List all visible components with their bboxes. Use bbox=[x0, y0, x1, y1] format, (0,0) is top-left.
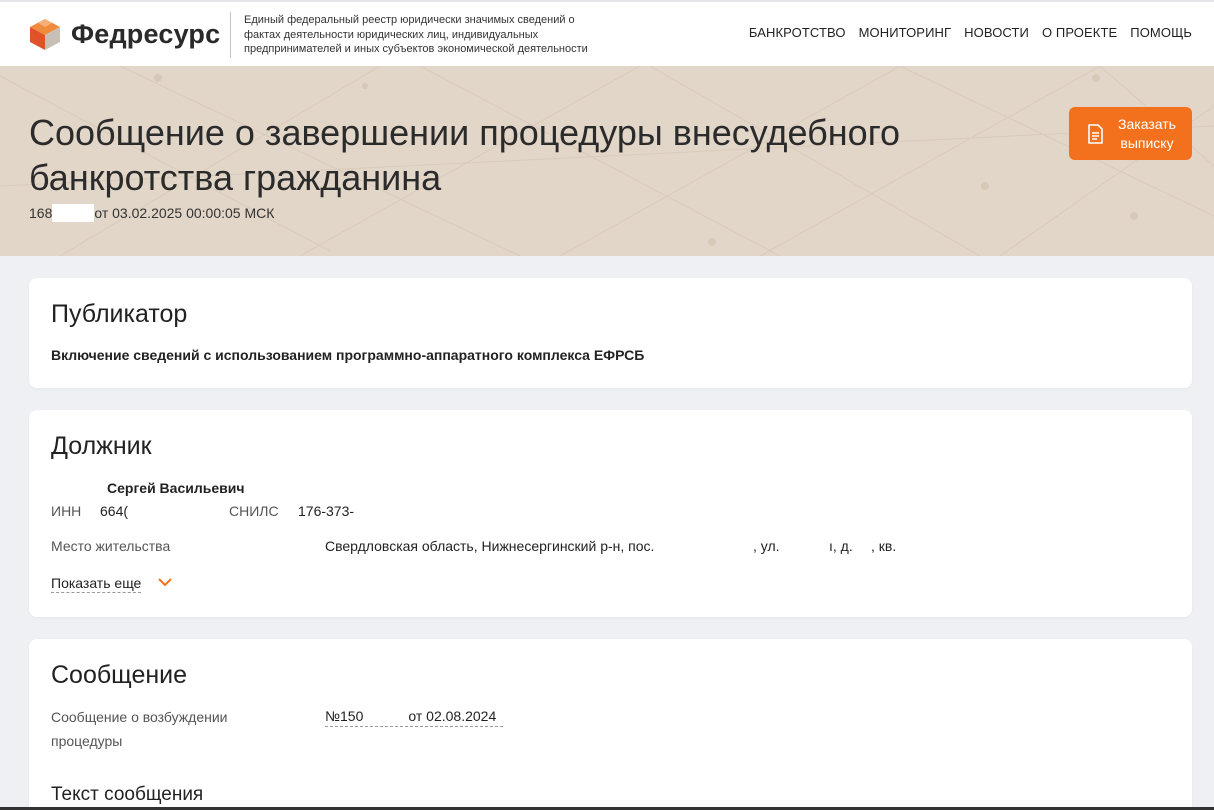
top-bar: Федресурс Единый федеральный реестр юрид… bbox=[0, 0, 1214, 66]
initiation-message-link[interactable]: №150 от 02.08.2024 bbox=[325, 708, 503, 727]
residence-street: , ул. bbox=[753, 538, 780, 554]
redacted-block bbox=[52, 204, 95, 222]
nav-bankruptcy[interactable]: БАНКРОТСТВО bbox=[749, 25, 846, 40]
initiation-date: от 02.08.2024 bbox=[408, 708, 497, 724]
message-date: от 03.02.2025 00:00:05 МСК bbox=[94, 205, 275, 221]
fedresurs-logo-icon[interactable] bbox=[29, 18, 61, 51]
message-number: 168 bbox=[29, 205, 53, 221]
document-icon bbox=[1088, 123, 1103, 144]
page-title: Сообщение о завершении процедуры внесуде… bbox=[29, 112, 901, 198]
publisher-text: Включение сведений с использованием прог… bbox=[51, 347, 645, 363]
snils-label: СНИЛС bbox=[229, 503, 279, 519]
nav-news[interactable]: НОВОСТИ bbox=[964, 25, 1029, 40]
debtor-name: Сергей Васильевич bbox=[107, 480, 245, 496]
publisher-card: Публикатор Включение сведений с использо… bbox=[29, 278, 1192, 388]
inn-label: ИНН bbox=[51, 503, 82, 519]
inn-value: 664( bbox=[100, 503, 129, 519]
chevron-down-icon[interactable] bbox=[158, 578, 172, 587]
residence-apartment: , кв. bbox=[871, 538, 897, 554]
debtor-card: Должник Сергей Васильевич ИНН 664( СНИЛС… bbox=[29, 410, 1192, 617]
message-heading: Сообщение bbox=[51, 661, 188, 689]
residence-part1: Свердловская область, Нижнесергинский р-… bbox=[325, 538, 655, 554]
snils-value: 176-373- bbox=[298, 503, 355, 519]
show-more-link[interactable]: Показать еще bbox=[51, 575, 142, 593]
order-extract-label: Заказать выписку bbox=[1118, 115, 1176, 151]
initiation-number: №150 bbox=[325, 708, 364, 724]
message-number-date: 168 от 03.02.2025 00:00:05 МСК bbox=[29, 204, 274, 222]
message-card: Сообщение Сообщение о возбуждении процед… bbox=[29, 639, 1192, 810]
initiation-label: Сообщение о возбуждении процедуры bbox=[51, 709, 228, 749]
site-tagline: Единый федеральный реестр юридически зна… bbox=[244, 14, 588, 55]
residence-label: Место жительства bbox=[51, 538, 171, 554]
brand-name[interactable]: Федресурс bbox=[71, 19, 220, 50]
hero-banner: Сообщение о завершении процедуры внесуде… bbox=[0, 66, 1214, 256]
debtor-heading: Должник bbox=[51, 432, 152, 460]
nav-about[interactable]: О ПРОЕКТЕ bbox=[1042, 25, 1117, 40]
brand-divider bbox=[230, 12, 231, 58]
message-text-heading: Текст сообщения bbox=[51, 784, 204, 805]
nav-help[interactable]: ПОМОЩЬ bbox=[1130, 25, 1192, 40]
main-nav: БАНКРОТСТВО МОНИТОРИНГ НОВОСТИ О ПРОЕКТЕ… bbox=[749, 25, 1192, 40]
order-extract-button[interactable]: Заказать выписку bbox=[1069, 107, 1192, 160]
nav-monitoring[interactable]: МОНИТОРИНГ bbox=[859, 25, 952, 40]
residence-house: ı, д. bbox=[829, 538, 853, 554]
publisher-heading: Публикатор bbox=[51, 300, 188, 328]
